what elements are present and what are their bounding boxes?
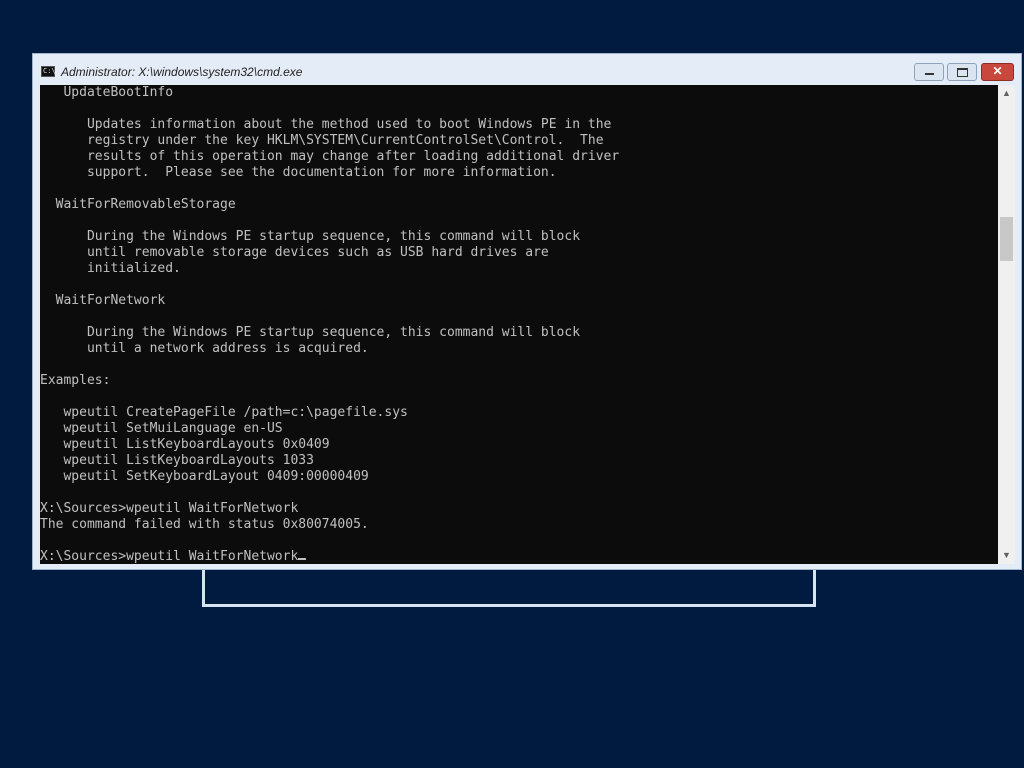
console-line: The command failed with status 0x8007400… xyxy=(40,517,369,532)
console-line: Examples: xyxy=(40,373,111,388)
console-line: UpdateBootInfo xyxy=(40,85,174,100)
scroll-up-button[interactable]: ▲ xyxy=(998,85,1015,102)
cmd-app-icon[interactable]: C:\ xyxy=(41,66,56,77)
chevron-down-icon: ▼ xyxy=(1002,550,1011,560)
title-bar[interactable]: C:\ Administrator: X:\windows\system32\c… xyxy=(33,54,1021,85)
console-line: WaitForRemovableStorage xyxy=(40,197,236,212)
console-line: support. Please see the documentation fo… xyxy=(40,165,557,180)
console-output: UpdateBootInfo Updates information about… xyxy=(40,85,619,564)
vertical-scrollbar[interactable]: ▲ ▼ xyxy=(998,85,1015,564)
console-line: Updates information about the method use… xyxy=(40,117,612,132)
window-title: Administrator: X:\windows\system32\cmd.e… xyxy=(61,65,303,79)
console-line: During the Windows PE startup sequence, … xyxy=(40,229,581,244)
maximize-button[interactable] xyxy=(947,63,977,81)
console-line: wpeutil ListKeyboardLayouts 1033 xyxy=(40,453,314,468)
close-button[interactable]: ✕ xyxy=(981,63,1014,81)
scroll-down-button[interactable]: ▼ xyxy=(998,547,1015,564)
console-area[interactable]: UpdateBootInfo Updates information about… xyxy=(40,85,998,564)
console-line: until removable storage devices such as … xyxy=(40,245,549,260)
console-line: registry under the key HKLM\SYSTEM\Curre… xyxy=(40,133,604,148)
console-line: wpeutil ListKeyboardLayouts 0x0409 xyxy=(40,437,330,452)
console-line: wpeutil SetMuiLanguage en-US xyxy=(40,421,283,436)
minimize-button[interactable] xyxy=(914,63,944,81)
console-line: until a network address is acquired. xyxy=(40,341,369,356)
console-line: results of this operation may change aft… xyxy=(40,149,620,164)
chevron-up-icon: ▲ xyxy=(1002,88,1011,98)
console-line: wpeutil SetKeyboardLayout 0409:00000409 xyxy=(40,469,369,484)
text-cursor xyxy=(298,558,307,560)
close-icon: ✕ xyxy=(992,64,1003,78)
console-line: WaitForNetwork xyxy=(40,293,166,308)
console-line: During the Windows PE startup sequence, … xyxy=(40,325,581,340)
cmd-window: C:\ Administrator: X:\windows\system32\c… xyxy=(32,53,1022,570)
console-line: wpeutil CreatePageFile /path=c:\pagefile… xyxy=(40,405,408,420)
console-line: initialized. xyxy=(40,261,181,276)
scroll-thumb[interactable] xyxy=(1000,217,1013,261)
console-line: X:\Sources>wpeutil WaitForNetwork xyxy=(40,501,299,516)
command-prompt-line[interactable]: X:\Sources>wpeutil WaitForNetwork xyxy=(40,549,298,564)
